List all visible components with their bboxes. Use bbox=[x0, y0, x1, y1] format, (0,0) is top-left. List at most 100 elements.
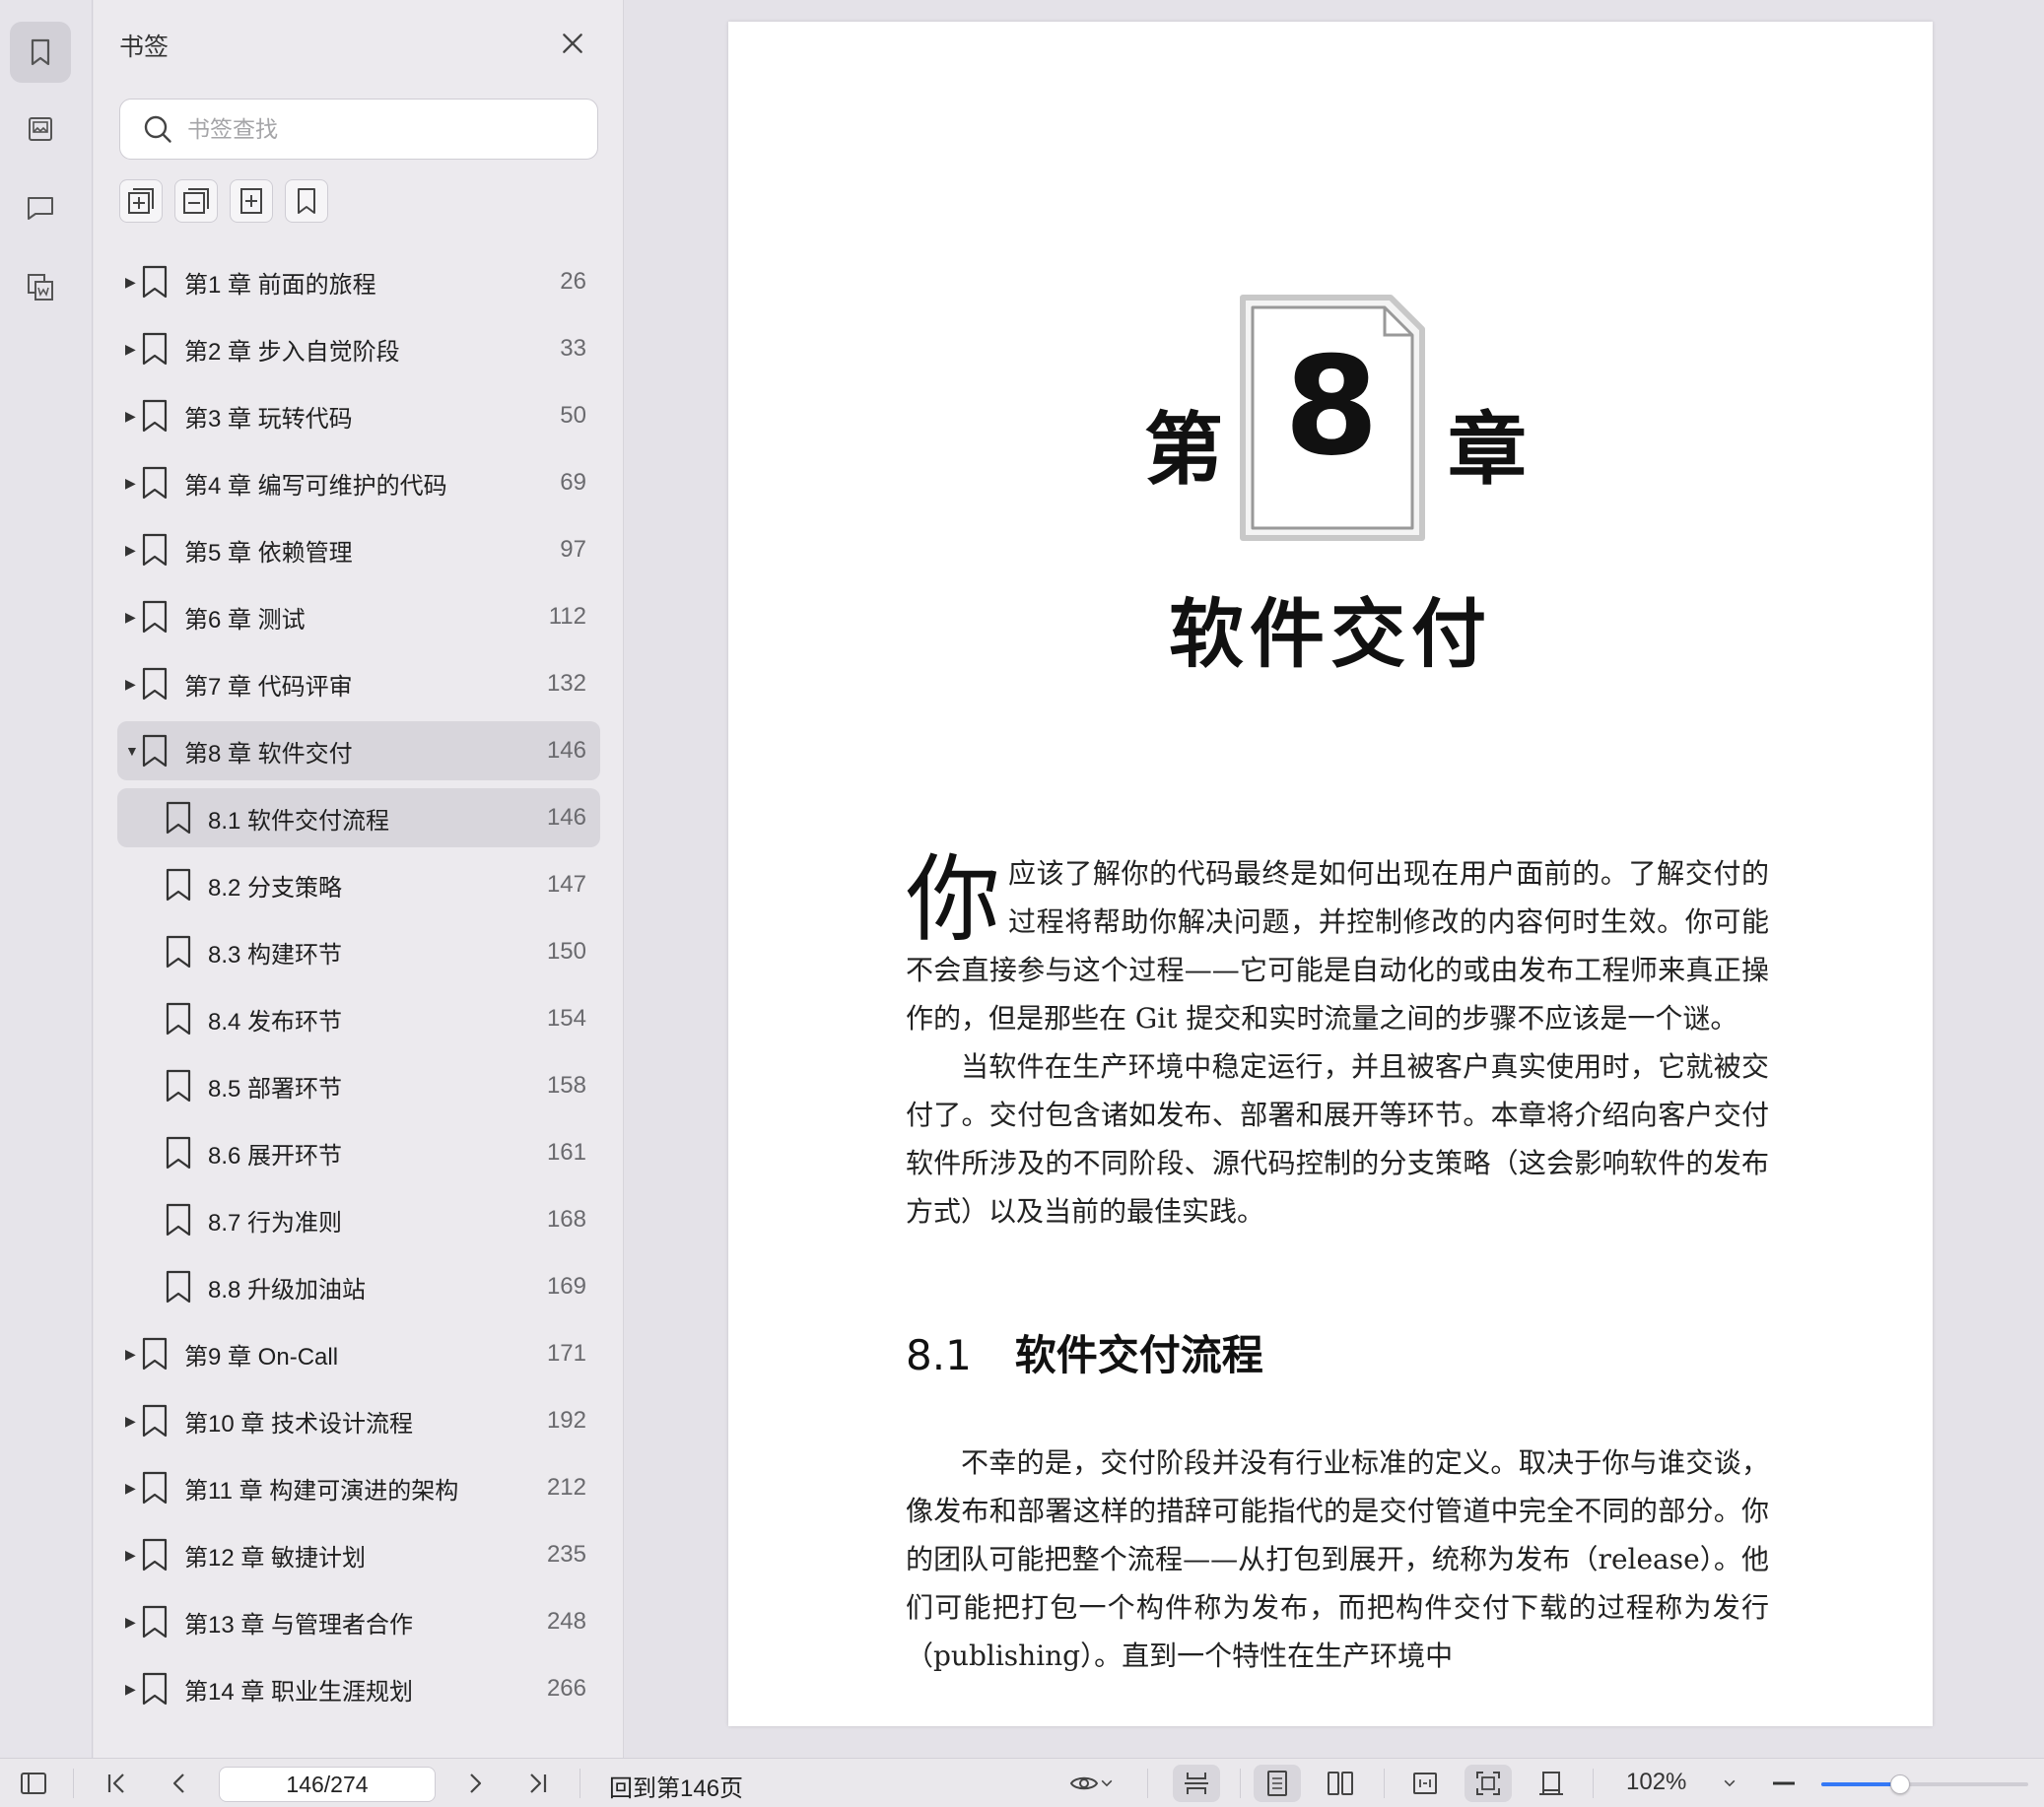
minus-icon bbox=[1773, 1781, 1795, 1785]
bookmark-item[interactable]: ▶ 第6 章 测试 112 bbox=[117, 587, 600, 646]
bookmark-item[interactable]: 8.1 软件交付流程 146 bbox=[117, 788, 600, 847]
toggle-sidebar-button[interactable] bbox=[14, 1765, 53, 1802]
bookmark-item[interactable]: ▶ 第4 章 编写可维护的代码 69 bbox=[117, 453, 600, 512]
fit-width-icon bbox=[1413, 1773, 1437, 1794]
bookmark-page-number: 97 bbox=[560, 536, 586, 563]
bookmark-item[interactable]: ▶ 第5 章 依赖管理 97 bbox=[117, 520, 600, 579]
bookmark-page-number: 150 bbox=[546, 938, 586, 965]
triangle-right-icon[interactable]: ▶ bbox=[125, 1547, 139, 1564]
page-fit-icon bbox=[1539, 1772, 1563, 1795]
triangle-right-icon[interactable]: ▶ bbox=[125, 1346, 139, 1363]
view-mode-button[interactable] bbox=[1060, 1765, 1124, 1802]
bookmark-item[interactable]: 8.5 部署环节 158 bbox=[117, 1056, 600, 1115]
bookmark-label: 第7 章 代码评审 bbox=[184, 673, 353, 701]
actual-size-button[interactable] bbox=[1528, 1765, 1575, 1802]
bookmark-search-input[interactable] bbox=[187, 115, 581, 143]
first-page-button[interactable] bbox=[97, 1765, 136, 1802]
paragraph-1-text: 应该了解你的代码最终是如何出现在用户面前的。了解交付的过程将帮助你解决问题，并控… bbox=[906, 857, 1769, 1035]
go-to-page-link[interactable]: 回到第146页 bbox=[609, 1769, 743, 1803]
eye-icon bbox=[1069, 1776, 1099, 1790]
triangle-right-icon[interactable]: ▶ bbox=[125, 1413, 139, 1430]
bookmark-item[interactable]: 8.2 分支策略 147 bbox=[117, 855, 600, 914]
bookmark-label: 第10 章 技术设计流程 bbox=[184, 1410, 414, 1438]
attachment-panel-button[interactable] bbox=[10, 256, 71, 317]
triangle-right-icon[interactable]: ▶ bbox=[125, 676, 139, 693]
chevron-down-icon bbox=[1101, 1779, 1113, 1787]
bookmark-icon bbox=[165, 935, 192, 969]
continuous-scroll-button[interactable] bbox=[1173, 1765, 1220, 1802]
triangle-right-icon[interactable]: ▶ bbox=[125, 341, 139, 358]
bookmark-item[interactable]: ▶ 第13 章 与管理者合作 248 bbox=[117, 1592, 600, 1651]
bookmark-item[interactable]: ▶ 第14 章 职业生涯规划 266 bbox=[117, 1659, 600, 1718]
fit-width-button[interactable] bbox=[1401, 1765, 1449, 1802]
triangle-down-icon[interactable]: ▼ bbox=[125, 743, 139, 759]
zoom-level[interactable]: 102% bbox=[1626, 1769, 1686, 1796]
zoom-slider-handle[interactable] bbox=[1889, 1774, 1910, 1794]
bookmark-label: 第8 章 软件交付 bbox=[184, 740, 353, 768]
zoom-out-button[interactable] bbox=[1764, 1765, 1804, 1802]
image-icon bbox=[29, 117, 52, 141]
status-bar: 回到第146页 102% bbox=[0, 1758, 2044, 1807]
bookmark-item[interactable]: ▼ 第8 章 软件交付 146 bbox=[117, 721, 600, 780]
bookmark-item[interactable]: 8.8 升级加油站 169 bbox=[117, 1257, 600, 1316]
bookmark-page-number: 266 bbox=[546, 1675, 586, 1702]
close-panel-button[interactable] bbox=[557, 28, 588, 59]
collapse-all-button[interactable] bbox=[174, 179, 218, 223]
chapter-suffix: 章 bbox=[1448, 404, 1527, 496]
fit-page-button[interactable] bbox=[1465, 1765, 1512, 1802]
triangle-right-icon[interactable]: ▶ bbox=[125, 475, 139, 492]
comment-panel-button[interactable] bbox=[10, 177, 71, 238]
pages-icon bbox=[28, 274, 53, 301]
last-page-button[interactable] bbox=[518, 1765, 558, 1802]
triangle-right-icon[interactable]: ▶ bbox=[125, 274, 139, 291]
add-sub-bookmark-button[interactable] bbox=[285, 179, 328, 223]
next-page-button[interactable] bbox=[455, 1765, 495, 1802]
section-number: 8.1 bbox=[906, 1331, 972, 1379]
bookmark-item[interactable]: ▶ 第10 章 技术设计流程 192 bbox=[117, 1391, 600, 1450]
chevron-down-icon bbox=[1724, 1779, 1736, 1787]
zoom-slider[interactable] bbox=[1821, 1774, 2028, 1794]
sidebar-icon bbox=[21, 1773, 46, 1794]
bookmark-item[interactable]: ▶ 第1 章 前面的旅程 26 bbox=[117, 252, 600, 311]
triangle-right-icon[interactable]: ▶ bbox=[125, 609, 139, 626]
bookmark-label: 第11 章 构建可演进的架构 bbox=[184, 1477, 459, 1505]
bookmark-label: 第1 章 前面的旅程 bbox=[184, 271, 376, 299]
bookmark-page-number: 33 bbox=[560, 335, 586, 362]
bookmark-item[interactable]: ▶ 第3 章 玩转代码 50 bbox=[117, 386, 600, 445]
bookmark-page-number: 248 bbox=[546, 1608, 586, 1635]
page-number-input[interactable] bbox=[219, 1767, 436, 1802]
two-page-button[interactable] bbox=[1317, 1765, 1364, 1802]
bookmark-item[interactable]: 8.3 构建环节 150 bbox=[117, 922, 600, 981]
single-page-button[interactable] bbox=[1254, 1765, 1301, 1802]
triangle-right-icon[interactable]: ▶ bbox=[125, 1681, 139, 1698]
bookmark-item[interactable]: ▶ 第12 章 敏捷计划 235 bbox=[117, 1525, 600, 1584]
bookmark-page-number: 26 bbox=[560, 268, 586, 295]
document-viewport[interactable]: 第 8 章 软件交付 你应该了解你的代码最终是如何出现在用户面前的。了解交付的过… bbox=[625, 0, 2044, 1758]
triangle-right-icon[interactable]: ▶ bbox=[125, 1614, 139, 1631]
bookmark-label: 8.5 部署环节 bbox=[208, 1075, 343, 1103]
bookmark-page-number: 154 bbox=[546, 1005, 586, 1032]
triangle-right-icon[interactable]: ▶ bbox=[125, 542, 139, 559]
bookmark-page-number: 192 bbox=[546, 1407, 586, 1434]
bookmark-icon bbox=[141, 1672, 169, 1706]
bookmark-item[interactable]: ▶ 第2 章 步入自觉阶段 33 bbox=[117, 319, 600, 378]
bookmark-icon bbox=[141, 1337, 169, 1371]
previous-page-button[interactable] bbox=[160, 1765, 199, 1802]
bookmark-item[interactable]: 8.4 发布环节 154 bbox=[117, 989, 600, 1048]
bookmark-page-number: 146 bbox=[546, 804, 586, 831]
triangle-right-icon[interactable]: ▶ bbox=[125, 1480, 139, 1497]
zoom-dropdown-button[interactable] bbox=[1715, 1765, 1744, 1802]
expand-all-button[interactable] bbox=[119, 179, 163, 223]
bookmark-item[interactable]: 8.7 行为准则 168 bbox=[117, 1190, 600, 1249]
bookmark-item[interactable]: ▶ 第11 章 构建可演进的架构 212 bbox=[117, 1458, 600, 1517]
bookmark-item[interactable]: ▶ 第7 章 代码评审 132 bbox=[117, 654, 600, 713]
bookmark-item[interactable]: ▶ 第9 章 On-Call 171 bbox=[117, 1324, 600, 1383]
add-bookmark-button[interactable] bbox=[230, 179, 273, 223]
bookmark-label: 第12 章 敏捷计划 bbox=[184, 1544, 367, 1572]
thumbnail-panel-button[interactable] bbox=[10, 99, 71, 160]
bookmark-item[interactable]: 8.6 展开环节 161 bbox=[117, 1123, 600, 1182]
zoom-slider-fill bbox=[1821, 1782, 1900, 1786]
bookmark-panel-button[interactable] bbox=[10, 22, 71, 83]
triangle-right-icon[interactable]: ▶ bbox=[125, 408, 139, 425]
chevron-right-icon bbox=[470, 1774, 482, 1793]
